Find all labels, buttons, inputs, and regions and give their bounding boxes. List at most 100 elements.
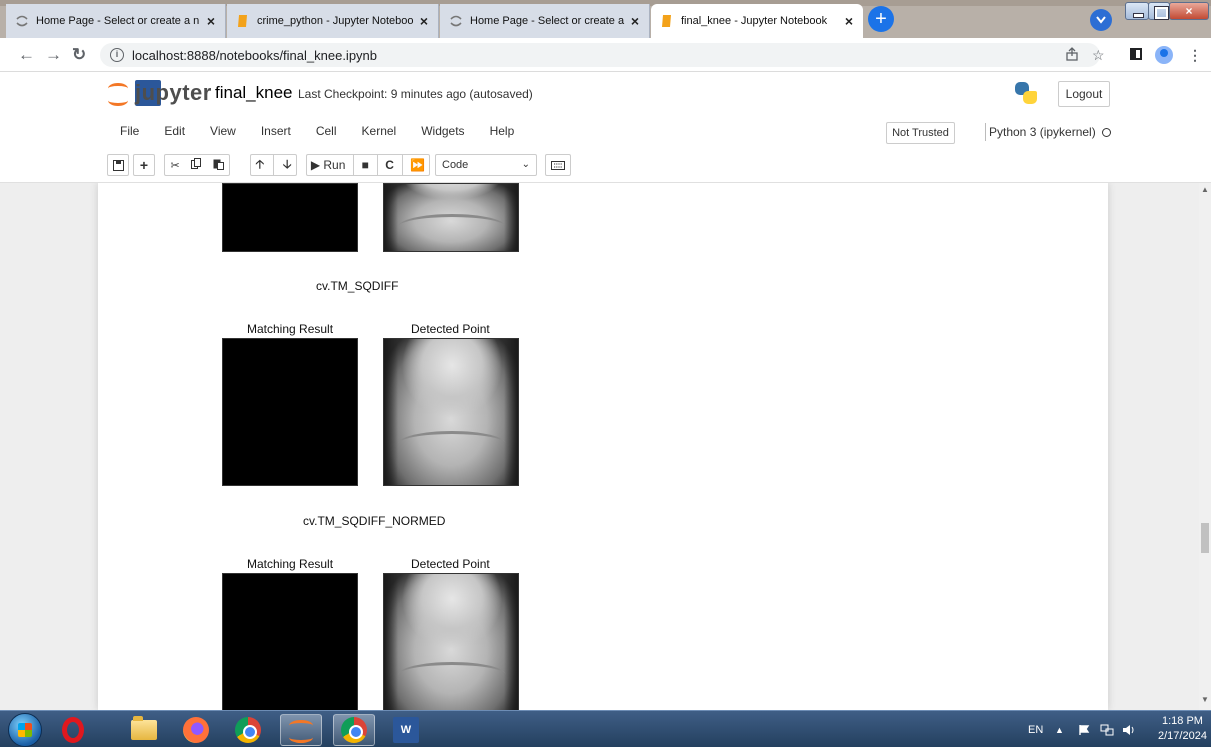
menu-edit[interactable]: Edit — [164, 124, 185, 138]
language-indicator[interactable]: EN — [1028, 711, 1043, 747]
network-icon[interactable] — [1100, 711, 1114, 747]
arrow-down-icon[interactable]: 🡣 — [283, 155, 292, 176]
browser-tab-2[interactable]: crime_python - Jupyter Noteboo × — [227, 4, 439, 38]
figure-title: cv.TM_SQDIFF_NORMED — [303, 514, 446, 528]
chrome-taskbar-button[interactable] — [227, 714, 269, 746]
paste-icon[interactable] — [213, 158, 224, 173]
keyboard-icon — [551, 160, 565, 170]
browser-menu-icon[interactable]: ⋮ — [1188, 47, 1202, 64]
fast-forward-icon[interactable]: ⏩ — [410, 158, 425, 172]
firefox-taskbar-button[interactable] — [175, 714, 217, 746]
clock-time: 1:18 PM — [1161, 715, 1203, 727]
chevron-down-icon: ⌄ — [521, 159, 530, 170]
new-tab-button[interactable]: + — [868, 6, 894, 32]
reload-icon[interactable]: ↻ — [72, 45, 86, 65]
matching-result-image — [222, 338, 358, 486]
info-icon[interactable]: i — [110, 48, 124, 62]
arrow-up-icon[interactable]: 🡡 — [255, 155, 264, 176]
detected-point-image — [383, 183, 519, 252]
menu-cell[interactable]: Cell — [316, 124, 337, 138]
menu-widgets[interactable]: Widgets — [421, 124, 464, 138]
command-palette-button[interactable] — [545, 154, 571, 176]
scrollbar-thumb[interactable] — [1201, 523, 1209, 553]
menu-insert[interactable]: Insert — [261, 124, 291, 138]
side-panel-icon[interactable] — [1130, 47, 1142, 63]
save-button[interactable] — [107, 154, 129, 176]
stop-icon[interactable]: ■ — [362, 158, 369, 172]
browser-tab-4-active[interactable]: final_knee - Jupyter Notebook × — [651, 4, 863, 38]
matching-result-image — [222, 183, 358, 252]
trusted-badge[interactable]: Not Trusted — [886, 122, 955, 144]
edit-button-group: ✂ — [164, 154, 230, 176]
share-icon[interactable] — [1065, 47, 1079, 64]
jupyter-header: jupyter final_knee Last Checkpoint: 9 mi… — [0, 72, 1211, 118]
logout-button[interactable]: Logout — [1058, 81, 1110, 107]
tab-search-icon[interactable] — [1090, 9, 1112, 31]
back-icon[interactable]: ← — [18, 45, 35, 65]
matching-result-image — [222, 573, 358, 710]
action-center-flag-icon[interactable] — [1078, 711, 1090, 747]
jupyter-logo-icon — [107, 81, 129, 106]
notebook-container: cv.TM_SQDIFF Matching Result Detected Po… — [98, 183, 1108, 710]
jupyter-icon — [15, 14, 29, 28]
run-label: Run — [323, 158, 346, 172]
subplot-title-left: Matching Result — [247, 322, 334, 336]
notebook-scroll-area[interactable]: cv.TM_SQDIFF Matching Result Detected Po… — [0, 183, 1211, 710]
plus-icon: + — [139, 157, 149, 173]
subplot-title-left: Matching Result — [247, 557, 334, 571]
chrome-active-taskbar-button[interactable] — [333, 714, 375, 746]
maximize-button[interactable] — [1148, 2, 1170, 20]
jupyter-taskbar-button[interactable] — [280, 714, 322, 746]
cell-type-select[interactable]: Code ⌄ — [435, 154, 537, 176]
tab-title: final_knee - Jupyter Notebook — [681, 15, 828, 27]
chrome-icon — [235, 717, 261, 743]
bookmark-star-icon[interactable]: ☆ — [1092, 47, 1105, 64]
menu-kernel[interactable]: Kernel — [362, 124, 397, 138]
scroll-down-icon[interactable]: ▼ — [1201, 695, 1209, 704]
insert-cell-button[interactable]: + — [133, 154, 155, 176]
notebook-name[interactable]: final_knee — [215, 83, 293, 103]
vertical-scrollbar[interactable]: ▲ ▼ — [1199, 183, 1211, 710]
run-button[interactable]: ▶ Run — [311, 158, 346, 172]
browser-tab-3[interactable]: Home Page - Select or create a n × — [440, 4, 650, 38]
close-icon[interactable]: × — [207, 13, 215, 29]
word-taskbar-button[interactable]: W — [385, 714, 427, 746]
close-icon[interactable]: × — [631, 13, 639, 29]
menu-file[interactable]: File — [120, 124, 139, 138]
browser-tab-1[interactable]: Home Page - Select or create a n × — [6, 4, 226, 38]
jupyter-icon — [287, 717, 315, 743]
url-input[interactable]: i localhost:8888/notebooks/final_knee.ip… — [100, 43, 1100, 67]
explorer-taskbar-button[interactable] — [123, 714, 165, 746]
jupyter-logo-text: jupyter — [135, 80, 212, 106]
cut-icon[interactable]: ✂ — [170, 159, 179, 172]
word-icon: W — [393, 717, 419, 743]
menu-view[interactable]: View — [210, 124, 236, 138]
detected-point-image — [383, 573, 519, 710]
show-hidden-icons-icon[interactable]: ▲ — [1055, 711, 1064, 747]
figure-title: cv.TM_SQDIFF — [316, 279, 399, 293]
close-window-button[interactable]: × — [1169, 2, 1209, 20]
profile-avatar[interactable] — [1155, 46, 1173, 64]
kernel-indicator[interactable]: Python 3 (ipykernel) — [985, 123, 1111, 141]
jupyter-logo[interactable]: jupyter — [107, 80, 212, 106]
forward-icon[interactable]: → — [45, 45, 62, 65]
url-text: localhost:8888/notebooks/final_knee.ipyn… — [132, 47, 378, 63]
python-logo-icon — [1015, 82, 1037, 104]
minimize-button[interactable] — [1125, 2, 1149, 20]
subplot-title-right: Detected Point — [411, 322, 490, 336]
scroll-up-icon[interactable]: ▲ — [1201, 185, 1209, 194]
close-icon[interactable]: × — [420, 13, 428, 29]
volume-icon[interactable] — [1122, 711, 1136, 747]
jupyter-icon — [449, 14, 463, 28]
firefox-icon — [183, 717, 209, 743]
opera-taskbar-button[interactable] — [52, 714, 94, 746]
subplot-title-right: Detected Point — [411, 557, 490, 571]
kernel-idle-icon — [1101, 128, 1111, 137]
restart-icon[interactable]: C — [385, 158, 394, 172]
close-icon[interactable]: × — [845, 13, 853, 29]
menu-help[interactable]: Help — [490, 124, 515, 138]
start-button[interactable] — [8, 713, 42, 747]
system-clock[interactable]: 1:18 PM 2/17/2024 — [1158, 714, 1207, 744]
chrome-icon — [341, 717, 367, 743]
copy-icon[interactable] — [190, 158, 202, 172]
